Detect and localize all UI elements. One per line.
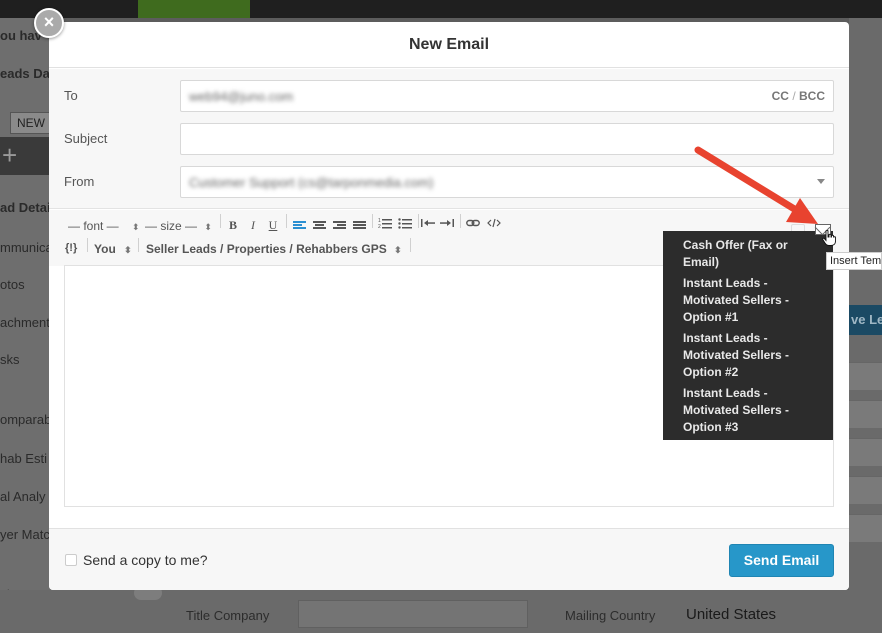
cc-bcc-separator: /: [792, 89, 796, 103]
app-top-nav: [0, 0, 882, 18]
background-field: [849, 400, 882, 428]
sidebar-item[interactable]: otos: [0, 277, 25, 292]
underline-button[interactable]: U: [264, 217, 282, 233]
updown-icon: ⬍: [132, 222, 140, 232]
active-nav-tab[interactable]: [138, 0, 250, 18]
insert-link-button[interactable]: [464, 217, 482, 233]
font-family-select[interactable]: — font — ⬍: [68, 219, 140, 233]
link-icon: [466, 219, 480, 227]
template-item[interactable]: Cash Offer (Fax or Email): [683, 237, 813, 271]
close-button[interactable]: ×: [34, 8, 64, 38]
send-email-button[interactable]: Send Email: [729, 544, 834, 577]
toolbar-divider: [372, 214, 373, 228]
toolbar-divider: [460, 214, 461, 228]
modal-title: New Email: [49, 22, 849, 68]
font-select-label: — font —: [68, 219, 119, 233]
sidebar-item[interactable]: mmunica: [0, 240, 53, 255]
sidebar-item[interactable]: hab Esti: [0, 451, 47, 466]
sidebar-item[interactable]: sks: [0, 352, 20, 367]
align-right-icon: [332, 221, 346, 231]
you-select[interactable]: You ⬍: [94, 242, 132, 256]
template-group-select[interactable]: Seller Leads / Properties / Rehabbers GP…: [146, 242, 402, 256]
you-select-label: You: [94, 242, 116, 256]
hand-cursor-icon: [822, 230, 836, 246]
insert-template-tooltip: Insert Tem: [826, 252, 882, 270]
background-bottom-form: Title Company Mailing Country United Sta…: [0, 590, 882, 633]
outdent-icon: [421, 219, 435, 227]
sidebar-item[interactable]: eads Dat: [0, 66, 54, 81]
size-select-label: — size —: [145, 219, 198, 233]
updown-icon: ⬍: [124, 245, 132, 255]
to-field[interactable]: web94@juno.com CC / BCC: [180, 80, 834, 112]
bcc-link[interactable]: BCC: [799, 89, 825, 103]
cc-link[interactable]: CC: [772, 89, 789, 103]
cc-bcc-links: CC / BCC: [772, 89, 825, 103]
updown-icon: ⬍: [204, 222, 212, 232]
toolbar-divider: [220, 214, 221, 228]
email-header-form: To web94@juno.com CC / BCC Subject From …: [49, 69, 849, 209]
template-item[interactable]: Instant Leads - Motivated Sellers - Opti…: [683, 275, 813, 326]
template-dropdown-menu: Cash Offer (Fax or Email) Instant Leads …: [663, 231, 833, 440]
background-field: [849, 514, 882, 542]
outdent-button[interactable]: [419, 217, 437, 233]
bullet-list-icon: [398, 218, 412, 229]
subject-label: Subject: [64, 131, 108, 146]
background-field: [849, 476, 882, 504]
align-right-button[interactable]: [330, 218, 348, 234]
bullet-list-button[interactable]: [396, 217, 414, 233]
code-icon: [487, 218, 501, 228]
toolbar-divider: [286, 214, 287, 228]
indent-icon: [440, 219, 454, 227]
new-button[interactable]: NEW: [10, 112, 50, 134]
ordered-list-icon: 12: [378, 218, 392, 230]
modal-footer: Send a copy to me? Send Email: [49, 528, 849, 590]
chevron-down-icon: [817, 179, 825, 184]
bold-button[interactable]: B: [224, 217, 242, 233]
align-left-button[interactable]: [290, 218, 308, 234]
justify-button[interactable]: [350, 218, 368, 234]
align-center-button[interactable]: [310, 218, 328, 234]
from-value: Customer Support (cs@tarponmedia.com): [189, 175, 434, 190]
sidebar-item[interactable]: al Analy: [0, 489, 46, 504]
toolbar-divider: [87, 238, 88, 252]
toolbar-divider: [138, 238, 139, 252]
plus-icon[interactable]: +: [2, 140, 17, 170]
from-select[interactable]: Customer Support (cs@tarponmedia.com): [180, 166, 834, 198]
to-label: To: [64, 88, 78, 103]
ordered-list-button[interactable]: 12: [376, 217, 394, 233]
template-group-label: Seller Leads / Properties / Rehabbers GP…: [146, 242, 387, 256]
updown-icon: ⬍: [394, 245, 402, 255]
placeholder-button[interactable]: {!}: [65, 242, 77, 254]
svg-text:2: 2: [378, 224, 381, 229]
align-center-icon: [312, 221, 326, 231]
italic-button[interactable]: I: [244, 217, 262, 233]
send-copy-label[interactable]: Send a copy to me?: [83, 552, 208, 568]
save-lead-button[interactable]: ve Le: [849, 305, 882, 335]
code-view-button[interactable]: [485, 217, 503, 233]
mailing-country-value[interactable]: United States: [686, 606, 776, 623]
title-company-field[interactable]: [298, 600, 528, 628]
add-toolbar: +: [0, 137, 50, 175]
background-field: [849, 438, 882, 466]
send-copy-checkbox[interactable]: [65, 554, 77, 566]
from-label: From: [64, 174, 95, 189]
indent-button[interactable]: [438, 217, 456, 233]
sidebar-item[interactable]: ad Detail: [0, 200, 54, 215]
align-left-icon: [292, 221, 306, 231]
background-field: [849, 362, 882, 390]
template-item[interactable]: Instant Leads - Motivated Sellers - Opti…: [683, 330, 813, 381]
template-item[interactable]: Instant Leads - Motivated Sellers - Opti…: [683, 385, 813, 436]
sidebar-item[interactable]: achment: [0, 315, 50, 330]
justify-icon: [352, 221, 366, 231]
subject-field[interactable]: [180, 123, 834, 155]
toolbar-divider: [410, 238, 411, 252]
title-company-label: Title Company: [186, 608, 270, 623]
to-value: web94@juno.com: [189, 89, 294, 104]
mailing-country-label: Mailing Country: [565, 608, 656, 623]
font-size-select[interactable]: — size — ⬍: [145, 219, 212, 233]
